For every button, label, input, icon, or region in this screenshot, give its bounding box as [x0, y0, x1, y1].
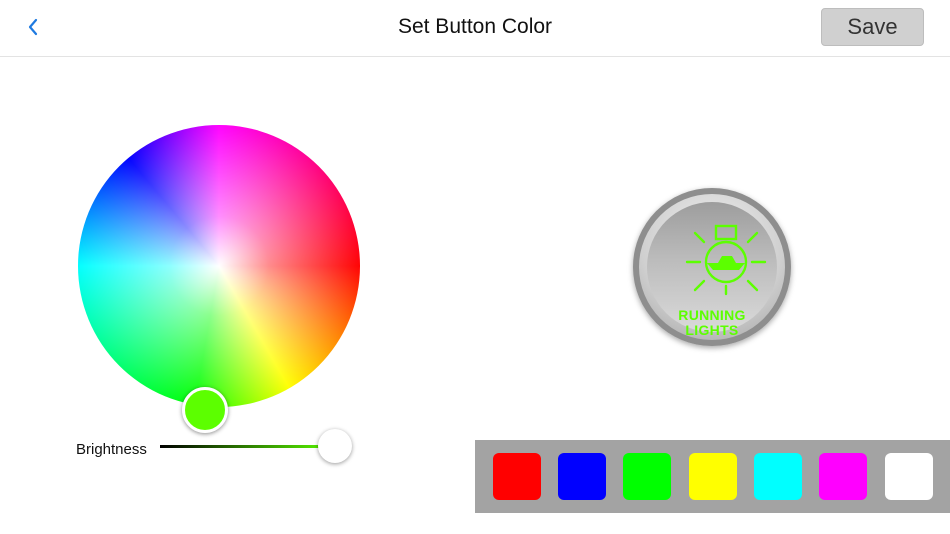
color-wheel-hues[interactable] — [78, 125, 360, 407]
save-button[interactable]: Save — [821, 8, 924, 46]
swatch-green[interactable] — [623, 453, 671, 500]
brightness-slider-thumb[interactable] — [318, 429, 352, 463]
preset-color-palette — [475, 440, 950, 513]
brightness-slider-track[interactable] — [160, 445, 336, 448]
preview-button[interactable]: RUNNING LIGHTS — [633, 188, 791, 346]
preview-label-line2: LIGHTS — [685, 322, 739, 338]
color-wheel[interactable] — [78, 125, 360, 433]
brightness-label: Brightness — [76, 441, 147, 458]
preview-button-face: RUNNING LIGHTS — [647, 202, 777, 338]
preview-button-label: RUNNING LIGHTS — [647, 308, 777, 338]
swatch-blue[interactable] — [558, 453, 606, 500]
swatch-white[interactable] — [885, 453, 933, 500]
color-wheel-handle[interactable] — [182, 387, 228, 433]
swatch-magenta[interactable] — [819, 453, 867, 500]
bulb-boat-icon — [685, 224, 767, 296]
preview-label-line1: RUNNING — [678, 307, 746, 323]
navigation-bar: Set Button Color Save — [0, 0, 950, 57]
page-title: Set Button Color — [397, 15, 553, 38]
swatch-cyan[interactable] — [754, 453, 802, 500]
swatch-red[interactable] — [493, 453, 541, 500]
swatch-yellow[interactable] — [689, 453, 737, 500]
